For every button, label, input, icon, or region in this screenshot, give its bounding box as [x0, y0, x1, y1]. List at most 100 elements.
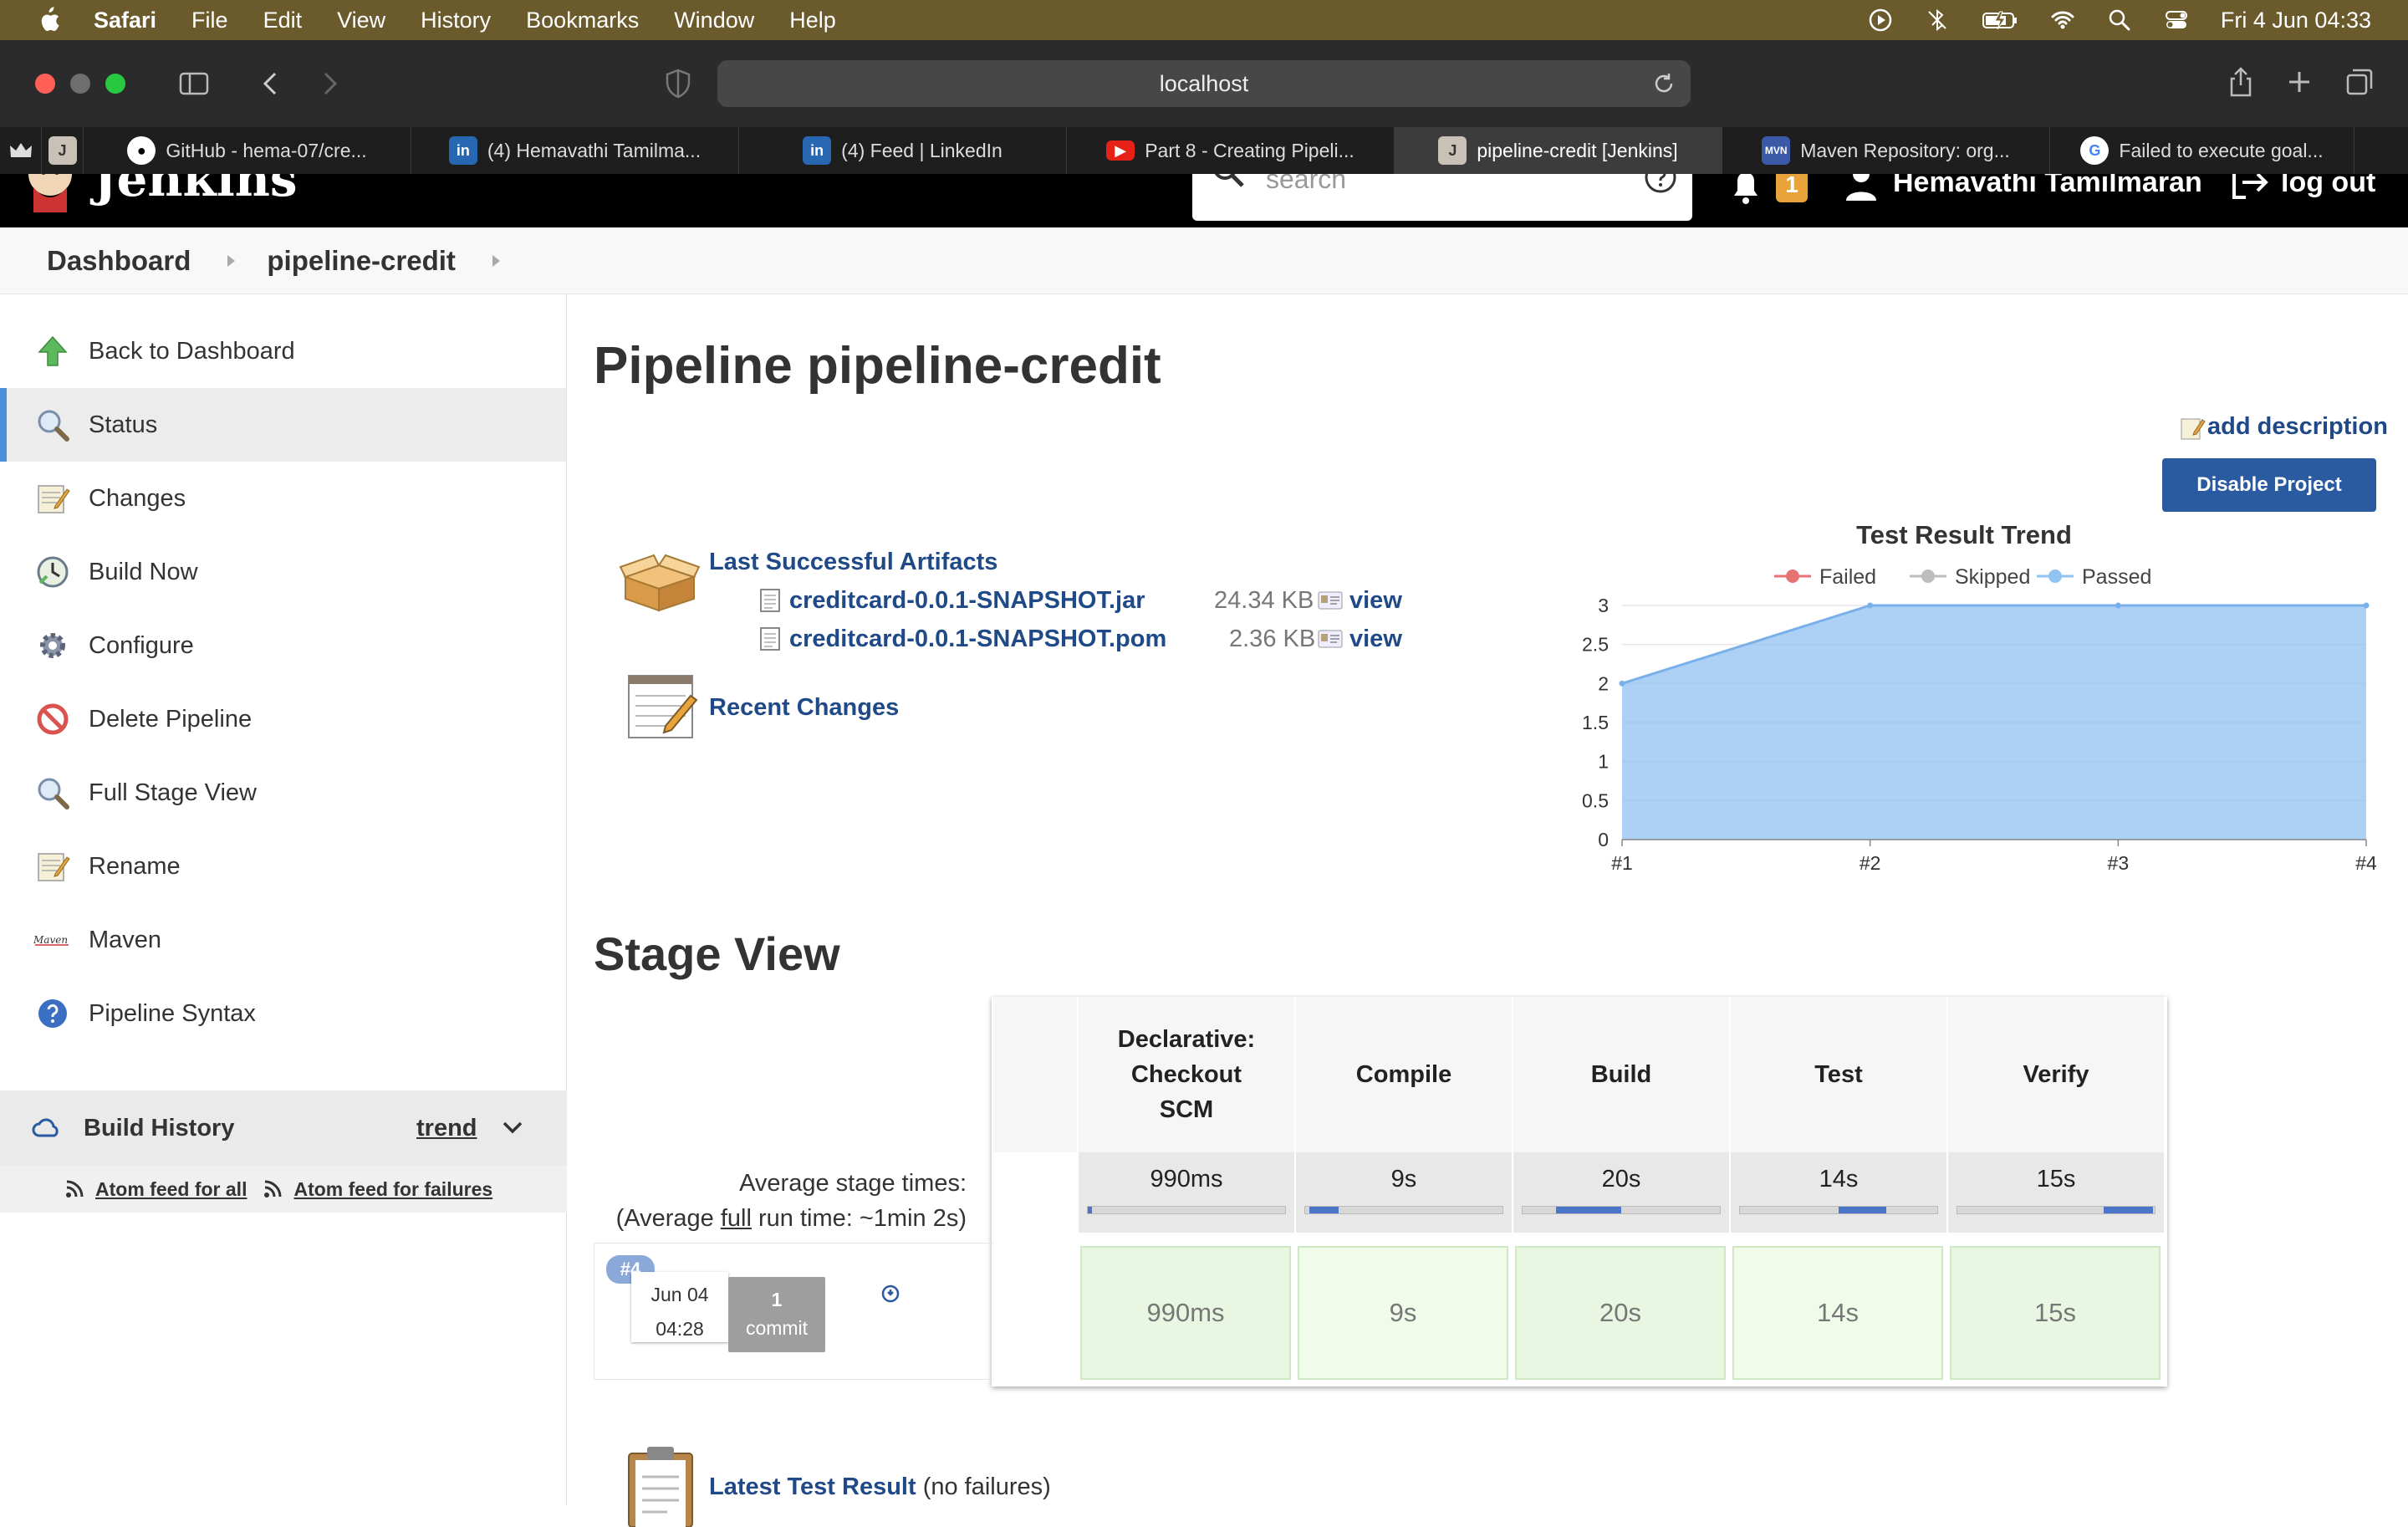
atom-feed-failures-link[interactable]: Atom feed for failures — [293, 1178, 492, 1201]
tab-overview-icon[interactable] — [2343, 65, 2376, 99]
back-icon[interactable] — [254, 67, 288, 100]
fingerprint-icon[interactable] — [1318, 630, 1343, 648]
sidebar-item-build-now[interactable]: Build Now — [0, 535, 566, 609]
tab-label: Part 8 - Creating Pipeli... — [1145, 139, 1354, 161]
pinned-tab-crown[interactable] — [0, 127, 42, 174]
apple-icon[interactable] — [37, 7, 60, 33]
share-icon[interactable] — [2224, 65, 2258, 99]
tab-youtube[interactable]: ▶ Part 8 - Creating Pipeli... — [1067, 127, 1395, 174]
zoom-window-button[interactable] — [105, 74, 125, 94]
disable-project-button[interactable]: Disable Project — [2162, 458, 2376, 512]
artifact-name-link[interactable]: creditcard-0.0.1-SNAPSHOT.pom — [789, 626, 1166, 653]
file-icon — [760, 627, 780, 651]
sidebar-item-pipeline-syntax[interactable]: Pipeline Syntax — [0, 977, 566, 1050]
menu-file[interactable]: File — [191, 8, 228, 33]
tab-github[interactable]: ● GitHub - hema-07/cre... — [84, 127, 411, 174]
tab-linkedin-profile[interactable]: in (4) Hemavathi Tamilma... — [411, 127, 739, 174]
user-menu[interactable]: Hemavathi Tamilmaran — [1844, 174, 2202, 201]
build-history-trend-link[interactable]: trend — [416, 1115, 477, 1142]
stage-run-cell[interactable]: 990ms — [1080, 1246, 1291, 1380]
tab-google[interactable]: G Failed to execute goal... — [2050, 127, 2354, 174]
menu-app-safari[interactable]: Safari — [94, 8, 156, 33]
forward-icon[interactable] — [313, 67, 346, 100]
jenkins-brand[interactable]: Jenkins — [94, 174, 298, 207]
search-input[interactable]: search — [1266, 174, 1346, 195]
breadcrumb-pipeline-credit[interactable]: pipeline-credit — [267, 245, 456, 277]
jenkins-search-box[interactable]: search — [1192, 174, 1692, 221]
artifact-row: creditcard-0.0.1-SNAPSHOT.pom 2.36 KB vi… — [759, 622, 1402, 656]
breadcrumb-separator-icon[interactable] — [227, 254, 236, 267]
battery-charging-icon[interactable] — [1982, 8, 2018, 33]
close-window-button[interactable] — [35, 74, 55, 94]
fingerprint-icon[interactable] — [1318, 591, 1343, 610]
y-tick-label: 2 — [1598, 672, 1609, 694]
stage-progress-bar — [1739, 1206, 1938, 1214]
tab-jenkins-active[interactable]: Jpipeline-credit [Jenkins] — [1395, 127, 1722, 174]
artifact-view-link[interactable]: view — [1349, 626, 1402, 653]
stage-average-time: 990ms — [1077, 1152, 1294, 1233]
breadcrumb-dashboard[interactable]: Dashboard — [47, 245, 191, 277]
atom-feed-all-link[interactable]: Atom feed for all — [95, 1178, 247, 1201]
breadcrumb-separator-icon[interactable] — [492, 254, 500, 267]
stage-run-cell[interactable]: 20s — [1515, 1246, 1726, 1380]
menu-clock[interactable]: Fri 4 Jun 04:33 — [2221, 8, 2371, 33]
x-tick-label: #2 — [1860, 852, 1881, 874]
menu-window[interactable]: Window — [674, 8, 754, 33]
chevron-down-icon[interactable] — [502, 1119, 523, 1136]
stage-run-cell[interactable]: 15s — [1950, 1246, 2161, 1380]
wifi-icon[interactable] — [2050, 8, 2075, 33]
stage-run-cell[interactable]: 14s — [1732, 1246, 1943, 1380]
full-run-link[interactable]: full — [721, 1205, 752, 1232]
menu-view[interactable]: View — [337, 8, 385, 33]
sidebar-item-maven[interactable]: Maven Maven — [0, 903, 566, 977]
play-circle-icon[interactable] — [1868, 8, 1893, 33]
reload-icon[interactable] — [1650, 70, 1677, 97]
new-tab-icon[interactable] — [2283, 65, 2316, 99]
build-commits-badge[interactable]: 1 commit — [728, 1277, 825, 1352]
sidebar-item-rename[interactable]: Rename — [0, 830, 566, 903]
last-successful-artifacts-link[interactable]: Last Successful Artifacts — [709, 549, 997, 576]
stage-run-cell[interactable]: 9s — [1298, 1246, 1508, 1380]
menu-bookmarks[interactable]: Bookmarks — [526, 8, 639, 33]
build-history-header[interactable]: Build History trend — [0, 1090, 567, 1166]
control-center-icon[interactable] — [2164, 8, 2189, 33]
jenkins-logo[interactable] — [25, 174, 75, 212]
notification-bell-icon[interactable] — [1729, 174, 1763, 206]
stage-progress-fill — [2103, 1207, 2153, 1213]
latest-test-result-link[interactable]: Latest Test Result — [709, 1473, 916, 1500]
tab-linkedin-feed[interactable]: in (4) Feed | LinkedIn — [739, 127, 1067, 174]
sidebar-item-delete-pipeline[interactable]: Delete Pipeline — [0, 682, 566, 756]
build-date-day: Jun 04 — [650, 1284, 709, 1305]
add-description-link[interactable]: add description — [2179, 413, 2388, 441]
sidebar-item-full-stage-view[interactable]: Full Stage View — [0, 756, 566, 830]
sidebar-item-changes[interactable]: Changes — [0, 462, 566, 535]
recent-changes-link[interactable]: Recent Changes — [709, 694, 899, 722]
pinned-tab-jenkins[interactable]: J — [42, 127, 84, 174]
jenkins-icon: J — [48, 136, 77, 165]
artifact-view-link[interactable]: view — [1349, 587, 1402, 615]
address-bar[interactable]: localhost — [717, 60, 1691, 107]
build-info-icon[interactable] — [880, 1284, 900, 1304]
stage-header-spacer — [992, 997, 1077, 1152]
search-help-icon[interactable] — [1644, 174, 1677, 194]
notification-count-badge[interactable]: 1 — [1776, 174, 1808, 202]
tab-maven[interactable]: MVN Maven Repository: org... — [1722, 127, 2050, 174]
stage-progress-fill — [1088, 1207, 1092, 1213]
tab-label: GitHub - hema-07/cre... — [166, 139, 367, 161]
bluetooth-off-icon[interactable] — [1925, 8, 1950, 33]
menu-history[interactable]: History — [421, 8, 491, 33]
logout-link[interactable]: log out — [2231, 174, 2375, 201]
sidebar-item-configure[interactable]: Configure — [0, 609, 566, 682]
menu-status-area: Fri 4 Jun 04:33 — [1868, 0, 2371, 40]
menu-help[interactable]: Help — [789, 8, 836, 33]
sidebar-item-back-to-dashboard[interactable]: Back to Dashboard — [0, 314, 566, 388]
artifact-name-link[interactable]: creditcard-0.0.1-SNAPSHOT.jar — [789, 587, 1145, 615]
sidebar-toggle-icon[interactable] — [177, 67, 211, 100]
spotlight-search-icon[interactable] — [2107, 8, 2132, 33]
stage-header: Declarative: Checkout SCM — [1077, 997, 1294, 1152]
sidebar-item-status[interactable]: Status — [0, 388, 566, 462]
privacy-shield-icon[interactable] — [661, 67, 695, 100]
minimize-window-button[interactable] — [70, 74, 90, 94]
y-tick-label: 0.5 — [1582, 789, 1609, 811]
menu-edit[interactable]: Edit — [263, 8, 303, 33]
